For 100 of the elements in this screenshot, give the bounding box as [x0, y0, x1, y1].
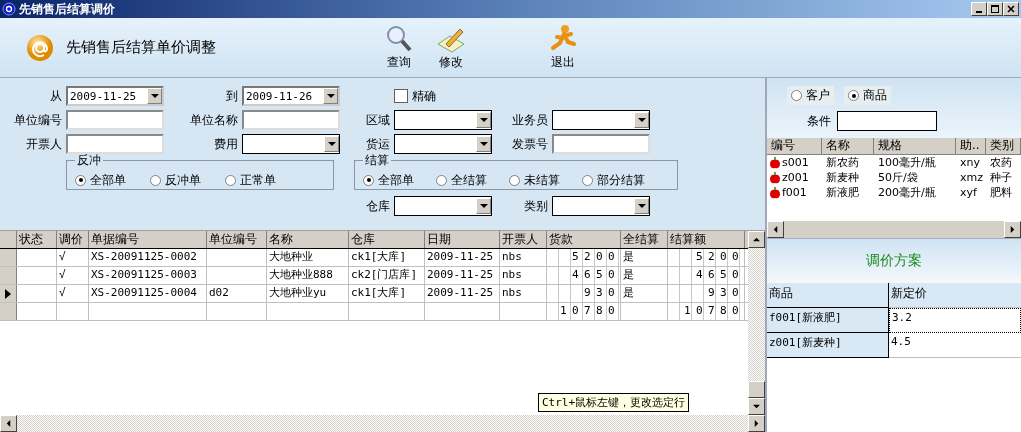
- left-arrow-icon: [772, 226, 779, 233]
- radio-button[interactable]: 客户: [787, 86, 834, 105]
- close-button[interactable]: [1003, 2, 1019, 16]
- table-cell: XS-20091125-0004: [89, 285, 207, 302]
- table-cell: z001[新麦种]: [767, 333, 889, 358]
- price-cell[interactable]: 4.5: [889, 333, 1021, 358]
- column-header[interactable]: 日期: [425, 231, 500, 248]
- apple-icon: [769, 171, 781, 184]
- toolbar-button[interactable]: 修改: [430, 24, 472, 71]
- radio-button[interactable]: 全部单: [75, 171, 126, 189]
- input-field[interactable]: [837, 111, 937, 131]
- column-header[interactable]: 货款: [547, 231, 621, 248]
- table-cell: 种子: [990, 170, 1012, 185]
- section-title: 调价方案: [767, 238, 1021, 283]
- right-arrow-icon: [753, 420, 760, 427]
- column-header[interactable]: 助..: [956, 138, 986, 154]
- table-cell: 是: [621, 285, 668, 302]
- dropdown-field[interactable]: [242, 134, 340, 154]
- dropdown-arrow-icon: [479, 142, 488, 146]
- table-cell: 2009-11-25: [425, 285, 500, 302]
- horizontal-scrollbar[interactable]: [0, 415, 765, 432]
- dropdown-field[interactable]: [394, 110, 492, 130]
- table-cell: 2009-11-25: [425, 249, 500, 266]
- table-cell: 200毫升/瓶: [878, 185, 936, 200]
- radio-button[interactable]: 商品: [844, 86, 891, 105]
- table-cell: ck2[门店库]: [349, 267, 425, 284]
- column-header[interactable]: 全结算: [621, 231, 668, 248]
- radio-button[interactable]: 部分结算: [582, 171, 645, 189]
- up-arrow-icon: [753, 236, 760, 243]
- column-header[interactable]: 单据编号: [89, 231, 207, 248]
- toolbar-button[interactable]: 退出: [542, 24, 584, 71]
- table-cell: nbs: [500, 285, 547, 302]
- left-arrow-icon: [5, 420, 12, 427]
- minimize-icon: [976, 11, 982, 13]
- table-cell: 50斤/袋: [878, 170, 918, 185]
- table-cell: 大地种业yu: [267, 285, 349, 302]
- table-cell: √: [57, 285, 89, 302]
- tooltip: Ctrl+鼠标左键，更改选定行: [538, 393, 690, 412]
- dropdown-field[interactable]: [394, 196, 492, 216]
- scroll-thumb[interactable]: [748, 381, 765, 398]
- table-cell: d02: [207, 285, 267, 302]
- table-cell: XS-20091125-0003: [89, 267, 207, 284]
- column-header[interactable]: 调价: [57, 231, 89, 248]
- radio-button[interactable]: 反冲单: [150, 171, 201, 189]
- maximize-icon: [990, 4, 1000, 14]
- dropdown-arrow-icon: [637, 118, 646, 122]
- field-label: 单位编号: [13, 111, 62, 129]
- date-picker[interactable]: 2009-11-26: [242, 86, 340, 106]
- column-header[interactable]: 类别: [986, 138, 1021, 154]
- table-cell: 大地种业888: [267, 267, 349, 284]
- table-cell: xny: [960, 156, 980, 169]
- radio-button[interactable]: 全结算: [436, 171, 487, 189]
- dropdown-field[interactable]: [552, 110, 650, 130]
- apple-icon: [769, 156, 781, 169]
- radio-button[interactable]: 正常单: [225, 171, 276, 189]
- field-label: 开票人: [25, 135, 62, 153]
- table-cell: 是: [621, 249, 668, 266]
- table-cell: 新麦种: [826, 170, 859, 185]
- dropdown-arrow-icon: [479, 204, 488, 208]
- column-header: 商品: [767, 283, 889, 308]
- column-header[interactable]: 规格: [874, 138, 956, 154]
- apple-icon: [769, 186, 781, 199]
- magnifier-icon: [384, 24, 414, 54]
- column-header[interactable]: 单位编号: [207, 231, 267, 248]
- dropdown-arrow-icon: [327, 142, 336, 146]
- table-cell: XS-20091125-0002: [89, 249, 207, 266]
- right-arrow-icon: [1009, 226, 1016, 233]
- field-label: 区域: [365, 111, 390, 129]
- column-header[interactable]: 状态: [17, 231, 57, 248]
- maximize-button[interactable]: [987, 2, 1003, 16]
- price-cell[interactable]: 3.2: [889, 308, 1021, 333]
- column-header[interactable]: 名称: [267, 231, 349, 248]
- field-label: 费用: [213, 135, 238, 153]
- exact-checkbox[interactable]: 精确: [394, 87, 548, 105]
- table-cell: xyf: [960, 186, 977, 199]
- column-header[interactable]: 编号: [767, 138, 822, 154]
- field-label: 到: [225, 87, 238, 105]
- field-label: 业务员: [511, 111, 548, 129]
- field-label: 发票号: [511, 135, 548, 153]
- table-cell: √: [57, 267, 89, 284]
- horizontal-scrollbar[interactable]: [767, 221, 1021, 238]
- date-picker[interactable]: 2009-11-25: [66, 86, 164, 106]
- column-header[interactable]: 仓库: [349, 231, 425, 248]
- row-header[interactable]: [0, 285, 17, 302]
- toolbar-button[interactable]: 查询: [378, 24, 420, 71]
- radio-button[interactable]: 未结算: [509, 171, 560, 189]
- column-header[interactable]: 名称: [822, 138, 874, 154]
- window-title: 先销售后结算调价: [19, 0, 115, 18]
- table-cell: 2009-11-25: [425, 267, 500, 284]
- table-cell: z001: [782, 171, 809, 184]
- dropdown-field[interactable]: [552, 196, 650, 216]
- table-cell: s001: [782, 156, 809, 169]
- dropdown-field[interactable]: [394, 134, 492, 154]
- minimize-button[interactable]: [971, 2, 987, 16]
- table-cell: xmz: [960, 171, 983, 184]
- vertical-scrollbar[interactable]: [748, 231, 765, 415]
- radio-button[interactable]: 全部单: [363, 171, 414, 189]
- column-header[interactable]: 开票人: [500, 231, 547, 248]
- column-header: 新定价: [889, 283, 1021, 308]
- column-header[interactable]: 结算额: [668, 231, 745, 248]
